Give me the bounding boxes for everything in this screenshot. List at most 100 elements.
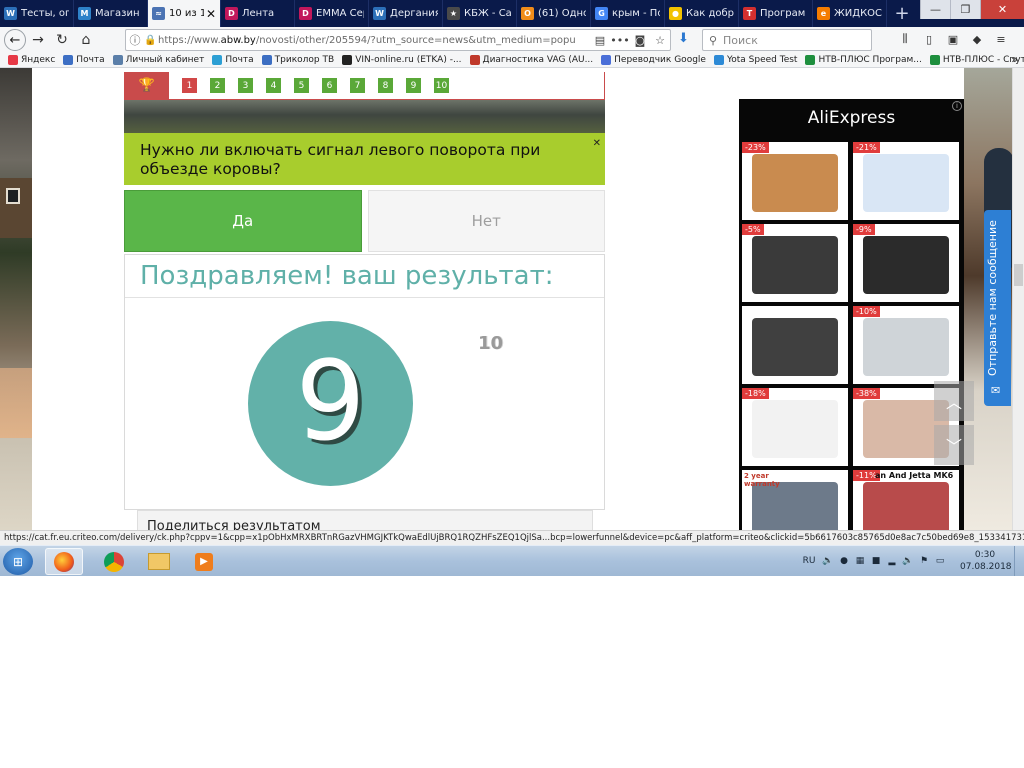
bookmark-item[interactable]: НТВ-ПЛЮС Програм... [805,55,922,65]
tab-1[interactable]: W Тесты, оп [0,0,74,27]
bookmark-item[interactable]: Переводчик Google [601,55,706,65]
tab-label: крым - По [612,8,660,19]
minimize-button[interactable]: — [920,0,950,19]
bookmark-item[interactable]: Яндекс [8,55,55,65]
home-button[interactable]: ⌂ [74,29,98,51]
scrollbar-thumb[interactable] [1014,264,1023,286]
sidebar-icon[interactable]: ▯ [920,30,938,48]
tab-label: КБЖ - Сас [464,8,512,19]
clock[interactable]: 0:30 07.08.2018 [960,549,1012,573]
security-icon[interactable]: ● [838,556,850,566]
firefox-taskbar-icon[interactable] [45,548,83,575]
ad-product-10[interactable]: -11% an And Jetta MK6 [853,470,959,530]
bookmark-item[interactable]: Триколор ТВ [261,55,334,65]
bookmark-item[interactable]: VIN-online.ru (ETKA) -... [342,55,462,65]
flag-icon[interactable]: ⚑ [918,556,930,566]
address-bar[interactable]: ⓘ 🔒 https://www.abw.by/novosti/other/205… [125,29,671,51]
search-input[interactable]: ⚲ Поиск [702,29,872,51]
page-scrollbar[interactable] [1012,68,1024,530]
speaker-icon[interactable]: 🔈 [822,556,834,566]
tab-8[interactable]: О (61) Одно [517,0,591,27]
ad-product-1[interactable]: -23% [742,142,848,220]
tab-12[interactable]: e ЖИДКОС [813,0,887,27]
info-icon[interactable]: ⓘ [126,32,144,48]
download-icon[interactable]: ⬇ [678,31,689,46]
extension-icon[interactable]: ◆ [968,30,986,48]
bookmark-item[interactable]: Личный кабинет [112,55,204,65]
bookmark-item[interactable]: Yota Speed Test [713,55,797,65]
window-close-button[interactable]: ✕ [980,0,1024,19]
volume-icon[interactable]: 🔉 [902,556,914,566]
window-controls: — ❐ ✕ [920,0,1024,19]
close-icon[interactable]: ✕ [593,134,601,153]
ad-product-3[interactable]: -5% [742,224,848,302]
tab-close-icon[interactable]: ✕ [206,7,216,21]
tab-2[interactable]: M Магазин М [74,0,148,27]
trophy-icon: 🏆 [125,71,169,100]
scroll-down-button[interactable]: ﹀ [934,425,974,465]
reload-button[interactable]: ↻ [50,29,74,51]
question-number-5[interactable]: 5 [294,78,309,93]
library-icon[interactable]: ⫼ [896,30,914,48]
question-number-10[interactable]: 10 [434,78,449,93]
page-actions-icon[interactable]: ••• [610,34,630,47]
share-result-button[interactable]: Поделиться результатом [137,510,593,530]
reader-view-icon[interactable]: ▤ [590,34,610,47]
ati-icon[interactable]: ■ [870,556,882,566]
answer-yes-button[interactable]: Да [124,190,362,252]
screenshot-icon[interactable]: ▣ [944,30,962,48]
question-number-9[interactable]: 9 [406,78,421,93]
bookmark-item[interactable]: Почта [212,55,254,65]
ad-product-6[interactable]: -10% [853,306,959,384]
aliexpress-ad[interactable]: i AliExpress -23% -21% -5% -9% -10% -18% -38% 2… [739,99,964,530]
bookmark-item[interactable]: НТВ-ПЛЮС - Спутни... [929,55,1024,65]
score-value: 9 [295,336,366,465]
chrome-taskbar-icon[interactable] [95,548,133,575]
question-number-7[interactable]: 7 [350,78,365,93]
start-button[interactable]: ⊞ [3,548,33,575]
explorer-taskbar-icon[interactable] [140,548,178,575]
show-desktop-button[interactable] [1014,546,1024,576]
question-number-3[interactable]: 3 [238,78,253,93]
ad-info-icon[interactable]: i [952,101,962,111]
tab-4[interactable]: D Лента [221,0,295,27]
new-tab-button[interactable]: + [887,0,917,27]
bookmark-item[interactable]: Диагностика VAG (AU... [469,55,593,65]
pocket-icon[interactable]: ◙ [630,34,650,47]
tab-9[interactable]: Gкрым - По [591,0,665,27]
language-indicator[interactable]: RU [800,556,818,566]
feedback-tab[interactable]: Отправьте нам сообщение ✉ [984,210,1011,406]
ad-product-7[interactable]: -18% [742,388,848,466]
menu-icon[interactable]: ≡ [992,30,1010,48]
bookmark-item[interactable]: Почта [63,55,105,65]
bookmark-label: Переводчик Google [614,55,706,65]
battery-icon[interactable]: ▭ [934,556,946,566]
question-number-1[interactable]: 1 [182,78,197,93]
tab-11[interactable]: T Програм [739,0,813,27]
tab-3[interactable]: ≈10 из 10✕ [148,0,221,27]
tab-6[interactable]: W Дергания [369,0,443,27]
ad-product-5[interactable] [742,306,848,384]
ad-product-2[interactable]: -21% [853,142,959,220]
ad-product-4[interactable]: -9% [853,224,959,302]
url-text[interactable]: https://www.abw.by/novosti/other/205594/… [158,35,590,46]
tab-7[interactable]: ★ КБЖ - Сас [443,0,517,27]
question-number-6[interactable]: 6 [322,78,337,93]
question-number-2[interactable]: 2 [210,78,225,93]
maximize-button[interactable]: ❐ [950,0,980,19]
question-text: Нужно ли включать сигнал левого поворота… [140,141,541,178]
back-button[interactable]: ← [4,29,26,51]
forward-button[interactable]: → [26,29,50,51]
bookmark-star-icon[interactable]: ☆ [650,34,670,47]
scroll-up-button[interactable]: ︿ [934,381,974,421]
question-number-8[interactable]: 8 [378,78,393,93]
network-icon[interactable]: ▦ [854,556,866,566]
ad-product-9[interactable]: 2 year warranty [742,470,848,530]
media-player-taskbar-icon[interactable]: ▶ [185,548,223,575]
bookmarks-overflow-icon[interactable]: » [1011,53,1018,66]
tab-10[interactable]: ● Как добра [665,0,739,27]
question-number-4[interactable]: 4 [266,78,281,93]
answer-no-button[interactable]: Нет [367,190,605,252]
tab-5[interactable]: D EMMA Сер [295,0,369,27]
signal-icon[interactable]: ▂ [886,556,898,566]
